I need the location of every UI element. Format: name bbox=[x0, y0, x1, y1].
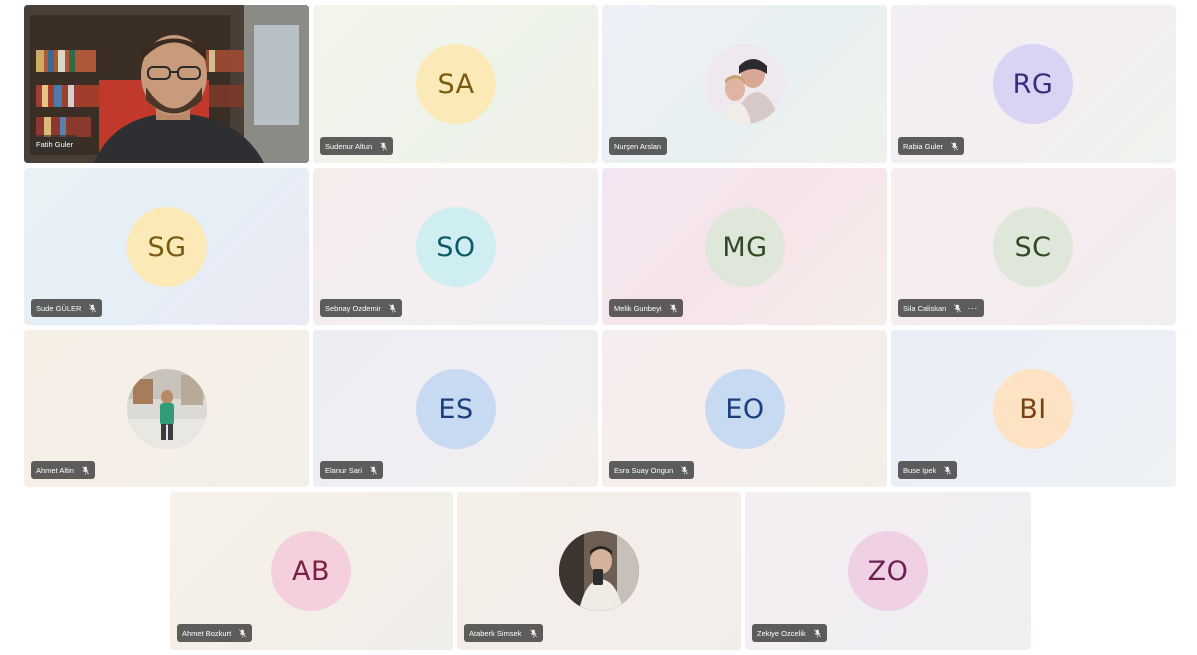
mic-muted-icon bbox=[681, 465, 689, 474]
avatar: BI bbox=[993, 369, 1073, 449]
avatar-initials: SO bbox=[436, 231, 476, 263]
participant-name: Sude GÜLER bbox=[36, 303, 82, 313]
participant-name: Ahmet Altin bbox=[36, 465, 74, 475]
more-options-icon[interactable]: ··· bbox=[967, 303, 978, 313]
participant-name: Fatih Guler bbox=[36, 139, 74, 149]
participant-tile[interactable]: Ataberk Simsek bbox=[457, 492, 741, 650]
mic-muted-icon bbox=[89, 303, 97, 312]
participant-name-label: Sebnay Ozdemir bbox=[320, 299, 402, 317]
participant-name-label: Zekiye Ozcelik bbox=[752, 624, 827, 642]
avatar: ZO bbox=[848, 531, 928, 611]
participant-name-label: Ahmet Altin bbox=[31, 461, 95, 479]
participant-name: Elanur Sari bbox=[325, 465, 363, 475]
avatar: AB bbox=[271, 531, 351, 611]
participant-name: Sila Caliskan bbox=[903, 303, 947, 313]
participant-name-label: Esra Suay Ongun bbox=[609, 461, 695, 479]
mic-muted-icon bbox=[380, 141, 387, 150]
participant-name-label: Ahmet Bozkurt bbox=[177, 624, 253, 642]
participant-name-label: Sude GÜLER bbox=[31, 299, 103, 317]
profile-photo bbox=[127, 369, 207, 449]
participant-tile[interactable]: ES Elanur Sari bbox=[313, 330, 598, 487]
mic-muted-icon bbox=[669, 303, 677, 312]
avatar-initials: SC bbox=[1014, 231, 1052, 263]
avatar-photo bbox=[705, 44, 785, 124]
avatar-initials: SG bbox=[147, 231, 187, 263]
participant-tile[interactable]: SC Sila Caliskan ··· bbox=[891, 168, 1176, 325]
participant-name-label: Sudenur Altun bbox=[320, 137, 394, 155]
participant-name-label: Sila Caliskan ··· bbox=[898, 299, 984, 317]
participant-name: Nurşen Arslan bbox=[614, 141, 662, 151]
participant-name-label: Ataberk Simsek bbox=[464, 624, 543, 642]
avatar-initials: SA bbox=[437, 68, 475, 100]
mic-muted-icon bbox=[954, 303, 962, 312]
avatar: EO bbox=[705, 369, 785, 449]
mic-muted-icon bbox=[82, 465, 89, 474]
participant-tile[interactable]: EO Esra Suay Ongun bbox=[602, 330, 887, 487]
avatar: SO bbox=[416, 207, 496, 287]
participant-tile[interactable]: BI Buse Ipek bbox=[891, 330, 1176, 487]
participant-name: Melik Gunbeyi bbox=[614, 303, 662, 313]
mic-muted-icon bbox=[370, 465, 377, 474]
mic-muted-icon bbox=[813, 628, 821, 637]
participant-name: Sudenur Altun bbox=[325, 141, 373, 151]
participant-tile[interactable]: SA Sudenur Altun bbox=[313, 5, 598, 163]
participant-tile[interactable]: AB Ahmet Bozkurt bbox=[170, 492, 453, 650]
avatar-initials: ZO bbox=[867, 555, 909, 587]
avatar-initials: RG bbox=[1012, 68, 1054, 100]
profile-photo bbox=[559, 531, 639, 611]
mic-muted-icon bbox=[239, 628, 247, 637]
participant-tile[interactable]: Nurşen Arslan bbox=[602, 5, 887, 163]
profile-photo bbox=[705, 44, 785, 124]
participant-name: Ahmet Bozkurt bbox=[182, 628, 232, 638]
mic-muted-icon bbox=[389, 303, 396, 312]
avatar-initials: MG bbox=[722, 231, 768, 263]
participant-name: Esra Suay Ongun bbox=[614, 465, 674, 475]
participant-name: Buse Ipek bbox=[903, 465, 937, 475]
avatar-initials: ES bbox=[438, 393, 474, 425]
participant-name-label: Elanur Sari bbox=[320, 461, 384, 479]
participant-name-label: Nurşen Arslan bbox=[609, 137, 668, 155]
participant-name: Sebnay Ozdemir bbox=[325, 303, 381, 313]
avatar-initials: BI bbox=[1019, 393, 1047, 425]
participant-name-label: Melik Gunbeyi bbox=[609, 299, 683, 317]
participant-tile[interactable]: SO Sebnay Ozdemir bbox=[313, 168, 598, 325]
participant-tile[interactable]: RG Rabia Guler bbox=[891, 5, 1176, 163]
avatar-initials: EO bbox=[725, 393, 765, 425]
avatar: SC bbox=[993, 207, 1073, 287]
participant-tile-video[interactable]: Fatih Guler bbox=[24, 5, 309, 163]
participant-name-label: Buse Ipek bbox=[898, 461, 958, 479]
avatar-initials: AB bbox=[292, 555, 330, 587]
participant-name: Zekiye Ozcelik bbox=[757, 628, 806, 638]
mic-muted-icon bbox=[944, 465, 952, 474]
mic-muted-icon bbox=[951, 141, 958, 150]
avatar: RG bbox=[993, 44, 1073, 124]
participant-tile[interactable]: MG Melik Gunbeyi bbox=[602, 168, 887, 325]
participant-name: Ataberk Simsek bbox=[469, 628, 522, 638]
avatar-photo bbox=[127, 369, 207, 449]
participant-name-label: Fatih Guler bbox=[32, 135, 78, 153]
avatar: ES bbox=[416, 369, 496, 449]
avatar: SG bbox=[127, 207, 207, 287]
avatar: MG bbox=[705, 207, 785, 287]
participant-name: Rabia Guler bbox=[903, 141, 944, 151]
participant-tile[interactable]: Ahmet Altin bbox=[24, 330, 309, 487]
participant-name-label: Rabia Guler bbox=[898, 137, 965, 155]
avatar: SA bbox=[416, 44, 496, 124]
participant-tile[interactable]: SG Sude GÜLER bbox=[24, 168, 309, 325]
participant-tile[interactable]: ZO Zekiye Ozcelik bbox=[745, 492, 1031, 650]
avatar-photo bbox=[559, 531, 639, 611]
mic-muted-icon bbox=[529, 628, 537, 637]
